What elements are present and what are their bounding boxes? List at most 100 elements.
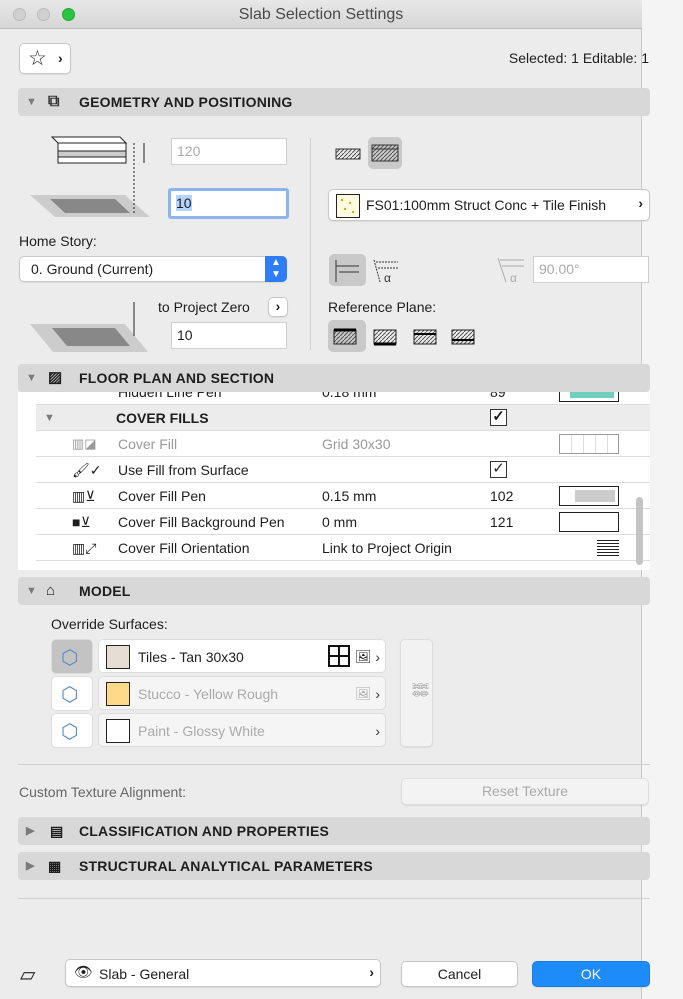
texture-image-icon: 🖼 — [355, 686, 372, 701]
cancel-button[interactable]: Cancel — [401, 961, 518, 987]
pen-swatch[interactable] — [559, 486, 619, 506]
project-zero-menu-button[interactable]: › — [268, 297, 288, 317]
reference-plane-core-top-button[interactable] — [410, 320, 444, 352]
floor-plan-list: Hidden Line Pen 0.18 mm 89 ▼ COVER FILLS ✓ ▥… — [18, 392, 650, 570]
title-bar: Slab Selection Settings — [0, 0, 642, 29]
document-icon: ▤ — [50, 823, 64, 839]
reset-texture-button[interactable]: Reset Texture — [401, 778, 649, 805]
table-row[interactable]: ▥◪ Cover Fill Grid 30x30 — [36, 431, 650, 457]
floor-plan-icon: ▨ — [48, 369, 63, 386]
surface-select-edge[interactable]: Stucco - Yellow Rough 🖼 › — [98, 676, 386, 710]
building-material-select[interactable]: FS01:100mm Struct Conc + Tile Finish › — [328, 189, 650, 221]
link-surfaces-button[interactable]: ⛓ — [400, 639, 433, 747]
perpendicular-edge-button[interactable] — [329, 254, 366, 286]
model-section-header[interactable]: ▼ ⌂ MODEL — [18, 577, 650, 605]
brush-check-icon: 🖌✓ — [72, 462, 102, 478]
single-structure-button[interactable] — [332, 137, 366, 169]
table-row[interactable]: 🖌✓ Use Fill from Surface ✓ — [36, 457, 650, 483]
use-fill-checkbox[interactable]: ✓ — [490, 461, 507, 478]
view-value: Slab - General — [99, 966, 190, 982]
pen-number: 121 — [490, 514, 514, 530]
pen-swatch[interactable] — [559, 392, 619, 402]
offset-value: 10 — [176, 195, 192, 211]
composite-structure-button[interactable] — [368, 137, 402, 169]
table-row[interactable]: Hidden Line Pen 0.18 mm 89 — [36, 392, 650, 405]
window-title: Slab Selection Settings — [238, 6, 404, 23]
hatch-lines-icon — [597, 540, 619, 557]
surface-swatch — [106, 645, 130, 669]
chain-link-icon: ⛓ — [411, 679, 429, 701]
minimize-button[interactable] — [37, 8, 50, 21]
floor-plan-section-header[interactable]: ▼ ▨ FLOOR PLAN AND SECTION — [18, 364, 650, 392]
collapse-triangle-icon: ▼ — [26, 585, 38, 597]
model-icon: ⌂ — [46, 582, 56, 599]
thickness-field[interactable]: 120 — [171, 138, 287, 165]
chevron-right-icon: › — [638, 195, 643, 211]
row-label: Cover Fill Pen — [118, 488, 206, 504]
slab-tool-icon: ▱ — [20, 964, 36, 986]
project-zero-field[interactable]: 10 — [171, 322, 287, 349]
table-row[interactable]: ▥⊻ Cover Fill Pen 0.15 mm 102 — [36, 483, 650, 509]
stepper-arrows-icon: ▲ ▼ — [265, 256, 287, 282]
ok-button[interactable]: OK — [532, 961, 650, 987]
row-value: 0 mm — [322, 514, 357, 530]
override-surfaces-label: Override Surfaces: — [51, 616, 168, 632]
table-row[interactable]: ▥⤢ Cover Fill Orientation Link to Project … — [36, 535, 650, 561]
bottom-surface-button[interactable]: ⬡ — [51, 713, 93, 748]
chevron-right-icon: › — [369, 964, 374, 980]
geometry-section-header[interactable]: ▼ ⧉ GEOMETRY AND POSITIONING — [18, 88, 650, 116]
home-story-value: 0. Ground (Current) — [31, 261, 154, 277]
zoom-button[interactable] — [62, 8, 75, 21]
cover-fills-checkbox[interactable]: ✓ — [490, 409, 507, 426]
svg-text:α: α — [510, 271, 517, 285]
section-title: GEOMETRY AND POSITIONING — [79, 94, 293, 110]
expand-triangle-icon: ▶ — [26, 860, 35, 872]
close-button[interactable] — [13, 8, 26, 21]
custom-texture-label: Custom Texture Alignment: — [19, 784, 187, 800]
row-value: 0.15 mm — [322, 488, 377, 504]
edge-surface-button[interactable]: ⬡ — [51, 676, 93, 711]
group-row-cover-fills[interactable]: ▼ COVER FILLS ✓ — [36, 405, 650, 431]
star-icon: ☆ — [28, 47, 47, 70]
row-label: Cover Fill Background Pen — [118, 514, 285, 530]
material-swatch-icon — [336, 194, 360, 218]
reference-plane-label: Reference Plane: — [328, 299, 437, 315]
reference-plane-top-button[interactable] — [328, 320, 366, 352]
eye-icon: 👁 — [74, 964, 94, 981]
section-title: STRUCTURAL ANALYTICAL PARAMETERS — [79, 858, 373, 874]
surface-name: Tiles - Tan 30x30 — [138, 649, 244, 665]
fill-swatch[interactable] — [559, 434, 619, 454]
edge-angle-field[interactable]: 90.00° — [533, 256, 649, 283]
reference-plane-bottom-button[interactable] — [370, 320, 404, 352]
reference-plane-core-bottom-button[interactable] — [448, 320, 482, 352]
view-select[interactable]: 👁 Slab - General › — [65, 959, 381, 987]
orientation-icon: ▥⤢ — [72, 540, 97, 556]
chevron-right-icon: › — [375, 649, 380, 665]
row-value: Link to Project Origin — [322, 540, 452, 556]
favorites-button[interactable]: ☆ › — [19, 43, 71, 74]
surface-select-bottom[interactable]: Paint - Glossy White › — [98, 713, 386, 747]
building-material-value: FS01:100mm Struct Conc + Tile Finish — [366, 197, 607, 213]
offset-to-home-field[interactable]: 10 — [168, 188, 289, 219]
row-label: Use Fill from Surface — [118, 462, 249, 478]
top-surface-button[interactable]: ⬡ — [51, 639, 93, 674]
expand-triangle-icon: ▶ — [26, 825, 35, 837]
structural-section-header[interactable]: ▶ ▦ STRUCTURAL ANALYTICAL PARAMETERS — [18, 852, 650, 880]
home-story-label: Home Story: — [19, 233, 97, 249]
scrollbar[interactable] — [636, 497, 643, 565]
pen-number: 89 — [490, 392, 506, 400]
table-row[interactable]: ■⊻ Cover Fill Background Pen 0 mm 121 — [36, 509, 650, 535]
classification-section-header[interactable]: ▶ ▤ CLASSIFICATION AND PROPERTIES — [18, 817, 650, 845]
home-story-select[interactable]: 0. Ground (Current) ▲ ▼ — [19, 256, 287, 282]
slab-thickness-diagram-icon — [30, 136, 150, 217]
geometry-icon: ⧉ — [48, 93, 60, 110]
surface-select-top[interactable]: Tiles - Tan 30x30 🖼 › — [98, 639, 386, 673]
structural-icon: ▦ — [48, 858, 62, 874]
collapse-triangle-icon: ▼ — [44, 412, 55, 424]
row-label: Cover Fill Orientation — [118, 540, 250, 556]
pen-swatch[interactable] — [559, 512, 619, 532]
surface-name: Paint - Glossy White — [138, 723, 265, 739]
angled-edge-button[interactable]: α — [370, 254, 404, 286]
svg-text:α: α — [384, 271, 391, 285]
selection-info: Selected: 1 Editable: 1 — [508, 50, 649, 66]
